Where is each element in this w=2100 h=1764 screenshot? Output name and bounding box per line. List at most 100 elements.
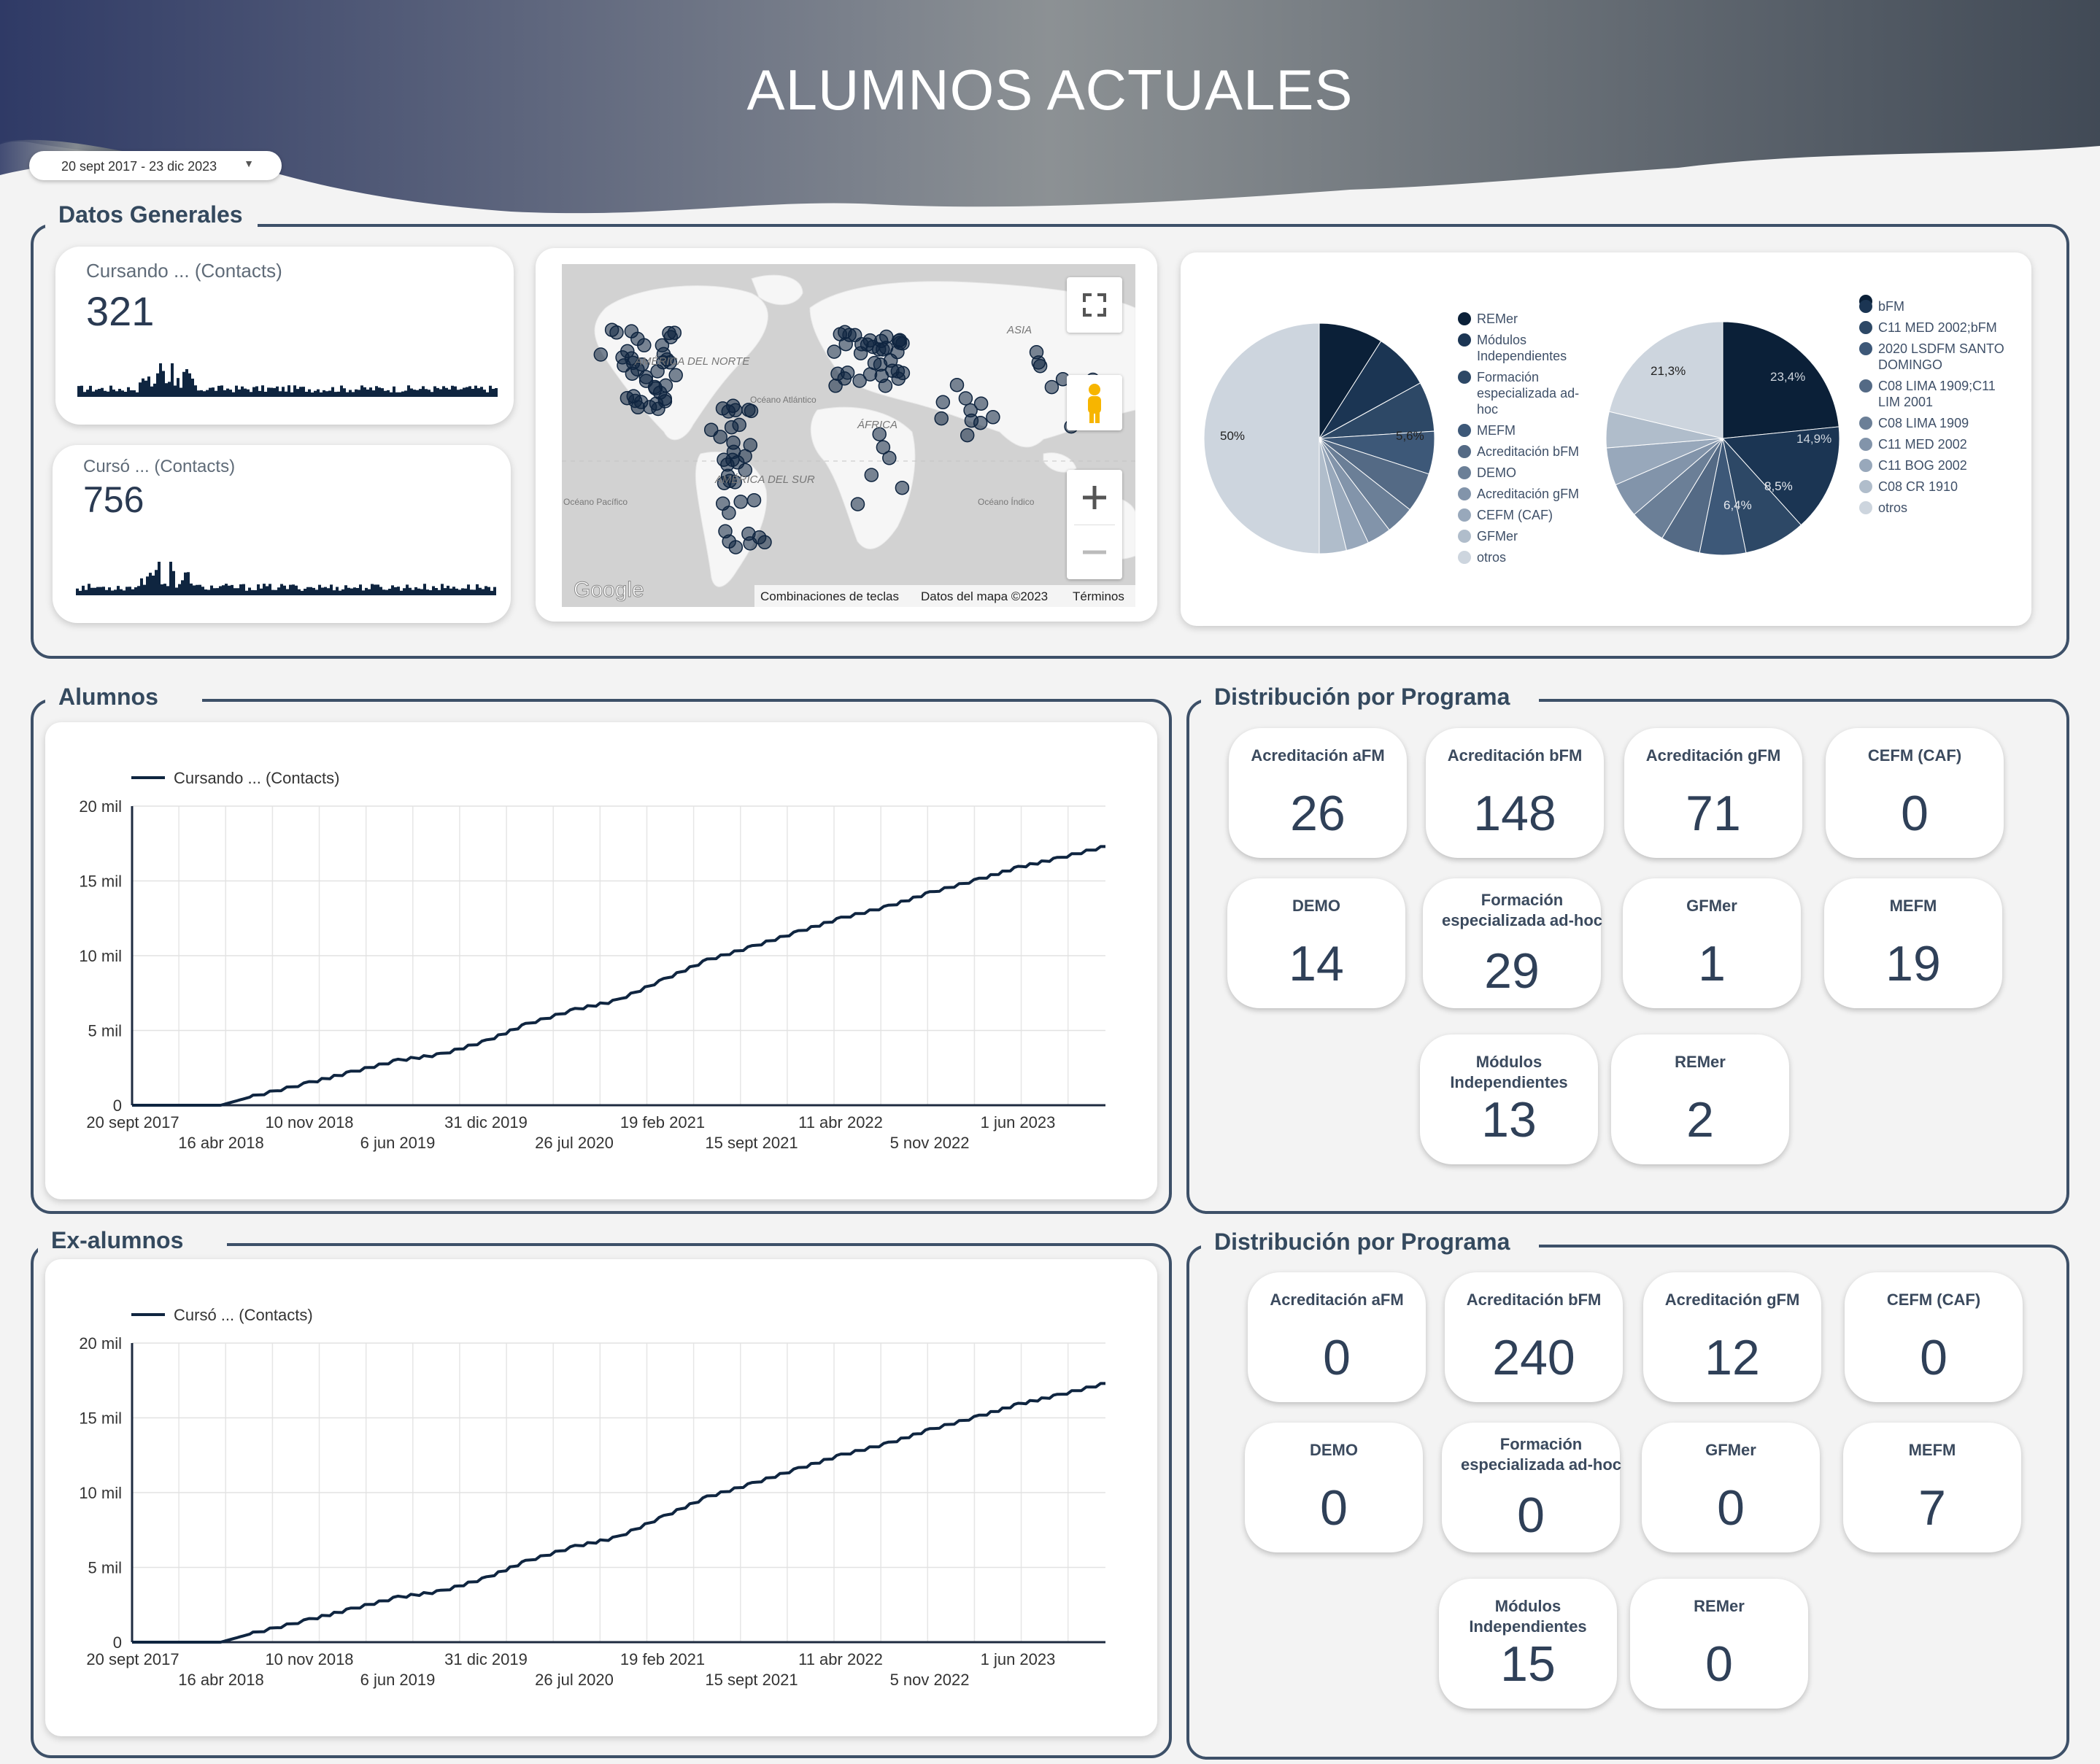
legend-item[interactable]: C11 MED 2002: [1859, 436, 2005, 452]
map-marker[interactable]: [828, 379, 843, 393]
map-marker[interactable]: [722, 534, 736, 549]
program-card: Acreditación aFM 0: [1248, 1272, 1426, 1402]
map-marker[interactable]: [619, 390, 635, 406]
map-label-atlantico: Océano Atlántico: [750, 395, 817, 405]
program-card: REMer 2: [1611, 1034, 1789, 1164]
map-marker[interactable]: [668, 368, 683, 383]
zoom-in-button[interactable]: [1067, 470, 1122, 525]
map-marker[interactable]: [830, 366, 845, 382]
map-marker[interactable]: [652, 385, 668, 400]
kpi-card-cursando: Cursando ... (Contacts) 321: [55, 247, 514, 425]
map-marker[interactable]: [882, 451, 897, 465]
legend-item[interactable]: Módulos Independientes: [1458, 332, 1582, 364]
program-card-value: 0: [1705, 1636, 1733, 1692]
map-marker[interactable]: [935, 395, 951, 410]
map-marker[interactable]: [1031, 355, 1046, 370]
line-chart-alumnos: 20 mil 15 mil 10 mil 5 mil 020 sept 2017 10 n…: [79, 769, 1105, 1152]
pie-label: 5,6%: [1396, 429, 1424, 443]
map-label-asia: ASIA: [1006, 324, 1032, 336]
map-marker[interactable]: [949, 377, 965, 392]
legend-item[interactable]: Formación especializada ad-hoc: [1458, 369, 1582, 417]
legend-item[interactable]: otros: [1458, 549, 1582, 565]
legend-swatch: [1458, 312, 1471, 325]
date-range-picker[interactable]: 20 sept 2017 - 23 dic 2023 ▼: [29, 151, 282, 180]
map-marker[interactable]: [1044, 379, 1059, 395]
program-card: MEFM 19: [1824, 878, 2002, 1008]
map-marker[interactable]: [891, 371, 906, 386]
map-marker[interactable]: [620, 344, 635, 359]
world-map[interactable]: AMÉRICA DEL NORTE ASIA ÁFRICA AMÉRICA DE…: [562, 264, 1135, 607]
y-tick-label: 10 mil: [79, 947, 122, 965]
map-marker[interactable]: [728, 403, 743, 418]
map-marker[interactable]: [624, 324, 639, 339]
program-card: GFMer 0: [1642, 1423, 1820, 1552]
map-marker[interactable]: [958, 391, 973, 406]
map-marker[interactable]: [637, 338, 652, 353]
map-marker[interactable]: [827, 344, 841, 359]
map-marker[interactable]: [722, 506, 736, 520]
map-marker[interactable]: [732, 417, 746, 433]
legend-item[interactable]: otros: [1859, 500, 2005, 516]
map-marker[interactable]: [593, 347, 609, 362]
map-marker[interactable]: [847, 328, 862, 343]
map-marker[interactable]: [655, 338, 670, 353]
x-tick-label: 26 jul 2020: [535, 1671, 614, 1689]
legend-item[interactable]: Acreditación gFM: [1458, 486, 1582, 502]
x-tick-label: 15 sept 2021: [705, 1671, 798, 1689]
legend-item[interactable]: 2020 LSDFM SANTO DOMINGO: [1859, 341, 2005, 373]
legend-item[interactable]: bFM: [1859, 298, 2005, 314]
map-marker[interactable]: [733, 495, 748, 509]
map-terms-link[interactable]: Términos: [1073, 589, 1124, 603]
legend-item[interactable]: C11 MED 2002;bFM: [1859, 320, 2005, 336]
legend-item[interactable]: GFMer: [1458, 528, 1582, 544]
legend-swatch: [1859, 417, 1872, 430]
minus-icon: [1083, 550, 1106, 554]
map-marker[interactable]: [864, 468, 879, 482]
map-marker[interactable]: [878, 379, 893, 393]
map-marker[interactable]: [960, 428, 975, 443]
map-marker[interactable]: [741, 403, 756, 417]
program-card-value: 15: [1500, 1636, 1556, 1692]
program-card-value: 240: [1492, 1330, 1575, 1385]
map-marker[interactable]: [934, 411, 949, 426]
legend-item[interactable]: C08 LIMA 1909;C11 LIM 2001: [1859, 378, 2005, 410]
legend-swatch: [1859, 300, 1872, 313]
x-tick-label: 6 jun 2019: [360, 1671, 436, 1689]
zoom-out-button[interactable]: [1067, 525, 1122, 579]
legend-item[interactable]: CEFM (CAF): [1458, 507, 1582, 523]
map-marker[interactable]: [986, 410, 1000, 425]
y-tick-label: 20 mil: [79, 797, 122, 816]
map-marker[interactable]: [892, 336, 908, 350]
map-marker[interactable]: [879, 340, 894, 355]
map-shortcuts-link[interactable]: Combinaciones de teclas: [760, 589, 899, 603]
map-marker[interactable]: [973, 396, 989, 411]
map-marker[interactable]: [741, 526, 756, 541]
program-card: CEFM (CAF) 0: [1826, 728, 2004, 858]
legend-item[interactable]: Acreditación bFM: [1458, 444, 1582, 460]
map-marker[interactable]: [964, 413, 979, 428]
map-label-africa: ÁFRICA: [857, 419, 897, 431]
map-marker[interactable]: [667, 325, 682, 340]
map-marker[interactable]: [609, 325, 624, 340]
y-tick-label: 15 mil: [79, 1409, 122, 1428]
map-marker[interactable]: [850, 497, 865, 511]
map-streetview-button[interactable]: [1067, 375, 1122, 430]
map-marker[interactable]: [865, 339, 881, 355]
x-tick-label: 11 abr 2022: [798, 1650, 883, 1668]
legend-item[interactable]: MEFM: [1458, 422, 1582, 438]
map-fullscreen-button[interactable]: [1067, 277, 1122, 333]
legend-item[interactable]: DEMO: [1458, 465, 1582, 481]
map-marker[interactable]: [746, 492, 762, 508]
legend-item[interactable]: C08 LIMA 1909: [1859, 415, 2005, 431]
legend-item[interactable]: C08 CR 1910: [1859, 479, 2005, 495]
legend-item[interactable]: C11 BOG 2002: [1859, 457, 2005, 473]
legend-item[interactable]: REMer: [1458, 311, 1582, 327]
x-tick-label: 31 dic 2019: [444, 1113, 528, 1131]
map-marker[interactable]: [867, 355, 882, 371]
map-marker[interactable]: [633, 395, 649, 409]
program-card-value: 0: [1717, 1480, 1745, 1536]
map-marker[interactable]: [713, 430, 727, 444]
program-card-label: REMer: [1694, 1597, 1745, 1615]
map-marker[interactable]: [717, 452, 731, 467]
map-marker[interactable]: [895, 480, 910, 495]
